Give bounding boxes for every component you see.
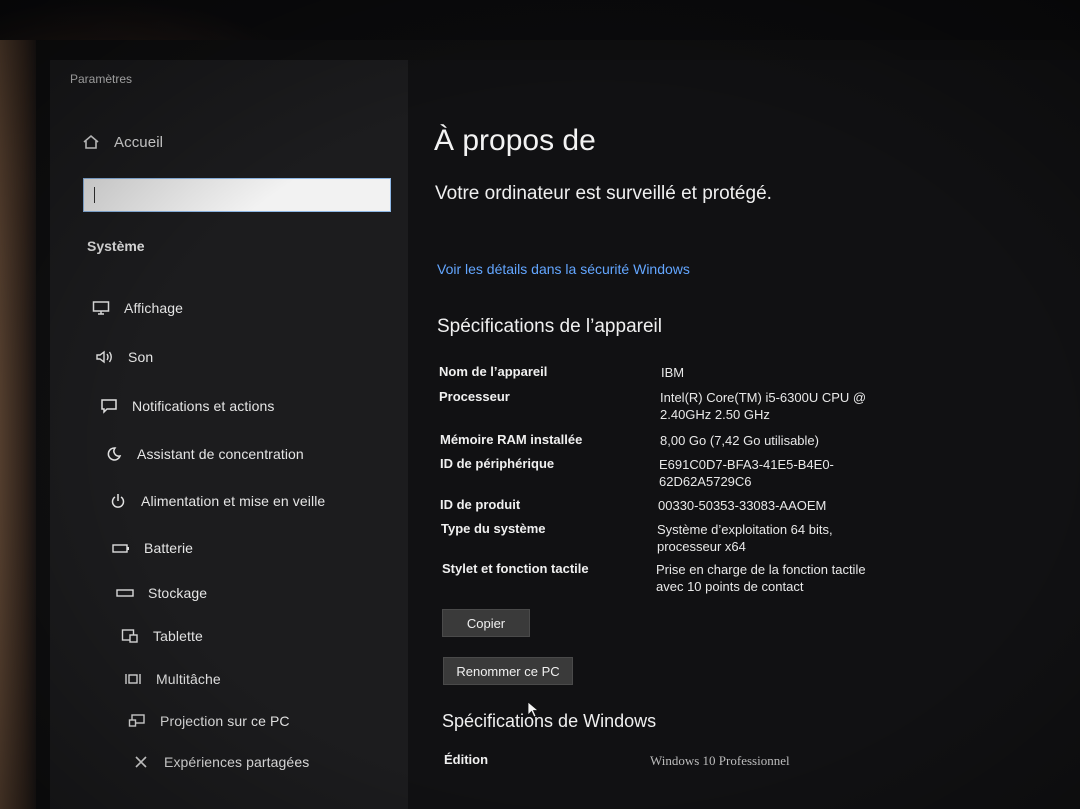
- sidebar-item-display[interactable]: Affichage: [90, 299, 183, 317]
- spec-label: ID de produit: [440, 497, 521, 512]
- sidebar-item-label: Alimentation et mise en veille: [141, 493, 326, 509]
- projection-icon: [126, 712, 148, 730]
- sidebar-item-storage[interactable]: Stockage: [114, 584, 207, 602]
- sidebar-item-shared-experiences[interactable]: Expériences partagées: [130, 753, 309, 771]
- spec-label: Nom de l’appareil: [439, 364, 548, 379]
- page-title: À propos de: [434, 124, 596, 157]
- spec-label: Stylet et fonction tactile: [442, 561, 589, 576]
- sidebar-item-label: Notifications et actions: [132, 398, 275, 414]
- home-label: Accueil: [114, 133, 164, 151]
- security-details-link[interactable]: Voir les détails dans la sécurité Window…: [437, 261, 690, 277]
- tablet-icon: [119, 627, 141, 645]
- sidebar-item-tablet[interactable]: Tablette: [119, 627, 203, 645]
- spec-value: Intel(R) Core(TM) i5-6300U CPU @ 2.40GHz…: [660, 390, 867, 422]
- sidebar: [50, 60, 408, 809]
- home-nav-item[interactable]: Accueil: [80, 133, 163, 151]
- moon-icon: [103, 445, 125, 463]
- sidebar-item-label: Affichage: [124, 300, 184, 316]
- spec-label: Type du système: [441, 521, 546, 536]
- monitor-icon: [90, 299, 112, 317]
- copy-button[interactable]: Copier: [442, 609, 530, 637]
- spec-value: Windows 10 Professionnel: [650, 753, 790, 768]
- shared-experiences-icon: [130, 753, 152, 771]
- storage-icon: [114, 584, 136, 602]
- spec-value: IBM: [661, 365, 685, 380]
- spec-value: E691C0D7-BFA3-41E5-B4E0-62D62A5729C6: [659, 457, 834, 489]
- spec-value: 00330-50353-33083-AAOEM: [658, 498, 827, 513]
- battery-icon: [110, 539, 132, 557]
- notification-icon: [98, 397, 120, 415]
- sidebar-item-multitasking[interactable]: Multitâche: [122, 670, 221, 688]
- device-specs-heading: Spécifications de l’appareil: [437, 316, 662, 337]
- spec-label: Mémoire RAM installée: [440, 432, 583, 447]
- sidebar-item-projection[interactable]: Projection sur ce PC: [126, 712, 290, 730]
- power-icon: [107, 492, 129, 510]
- text-caret: [94, 187, 95, 203]
- sidebar-item-focus-assist[interactable]: Assistant de concentration: [103, 445, 304, 463]
- rename-pc-button[interactable]: Renommer ce PC: [443, 657, 573, 685]
- spec-value: Prise en charge de la fonction tactile a…: [656, 562, 866, 594]
- mouse-cursor-icon: [527, 701, 540, 718]
- spec-label: Processeur: [439, 389, 510, 404]
- speaker-icon: [94, 348, 116, 366]
- app-title: Paramètres: [70, 72, 133, 86]
- sidebar-item-label: Multitâche: [156, 671, 221, 687]
- windows-specs-heading: Spécifications de Windows: [442, 711, 657, 731]
- sidebar-item-battery[interactable]: Batterie: [110, 539, 193, 557]
- multitask-icon: [122, 670, 144, 688]
- sidebar-item-power[interactable]: Alimentation et mise en veille: [107, 492, 325, 510]
- sidebar-item-label: Assistant de concentration: [137, 446, 304, 462]
- sidebar-item-label: Son: [128, 349, 154, 365]
- sidebar-item-label: Tablette: [153, 628, 203, 644]
- sidebar-item-label: Projection sur ce PC: [160, 713, 290, 729]
- sidebar-item-label: Stockage: [148, 585, 208, 601]
- home-icon: [80, 133, 102, 151]
- photo-left-edge: [0, 40, 40, 809]
- spec-label: Édition: [444, 752, 489, 767]
- sidebar-item-label: Expériences partagées: [164, 754, 310, 770]
- spec-value: 8,00 Go (7,42 Go utilisable): [660, 433, 819, 448]
- section-label-system: Système: [87, 238, 145, 254]
- spec-label: ID de périphérique: [440, 456, 555, 471]
- sidebar-item-notifications[interactable]: Notifications et actions: [98, 397, 274, 415]
- protection-status: Votre ordinateur est surveillé et protég…: [435, 183, 772, 204]
- sidebar-item-sound[interactable]: Son: [94, 348, 153, 366]
- spec-value: Système d’exploitation 64 bits, processe…: [657, 522, 833, 554]
- search-input[interactable]: [83, 178, 391, 212]
- sidebar-item-label: Batterie: [144, 540, 194, 556]
